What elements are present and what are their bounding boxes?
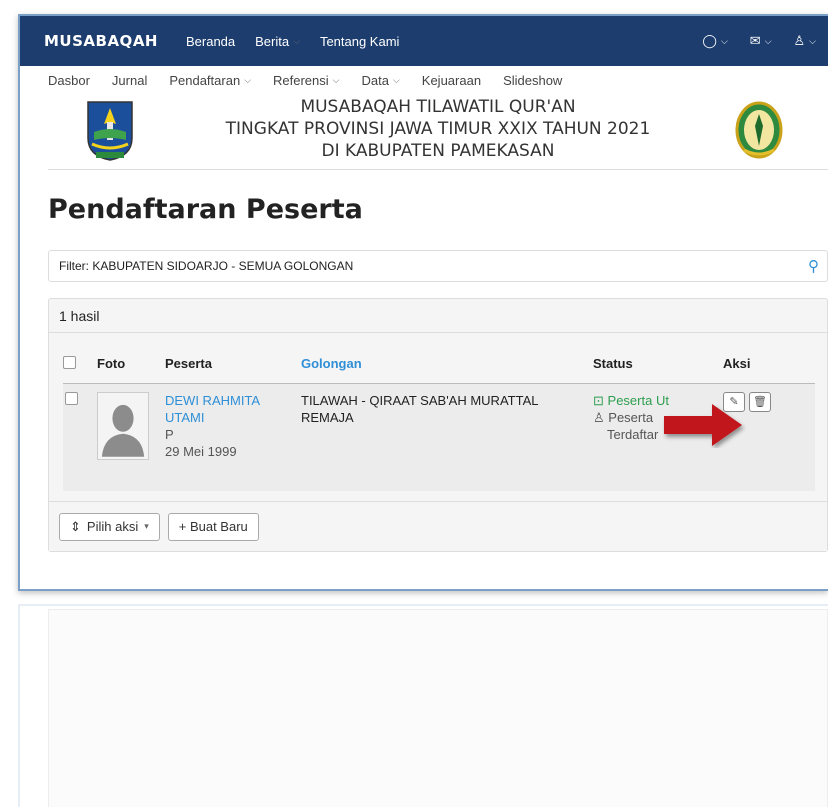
sub-navbar: Dasbor Jurnal Pendaftaran ⌵ Referensi ⌵ Da…	[20, 66, 828, 94]
reflection-panel	[48, 609, 828, 807]
participant-dob: 29 Mei 1999	[165, 443, 237, 459]
subnav-referensi[interactable]: Referensi ⌵	[273, 73, 339, 88]
nav-berita-label: Berita	[255, 33, 290, 49]
subnav-label: Pendaftaran	[169, 72, 241, 88]
chevron-down-icon: ⌵	[809, 35, 816, 46]
search-icon[interactable]: ⚲	[808, 257, 819, 275]
nav-beranda[interactable]: Beranda	[186, 34, 235, 49]
subnav-data[interactable]: Data ⌵	[361, 73, 399, 88]
page-title: Pendaftaran Peserta	[48, 194, 363, 225]
col-aksi: Aksi	[723, 345, 815, 384]
pilih-aksi-label: Pilih aksi	[86, 519, 139, 534]
status-primary-text: Peserta Ut	[607, 392, 669, 408]
table-header-row: Foto Peserta Golongan Status Aksi	[63, 345, 815, 384]
participant-name-line2: UTAMI	[165, 409, 205, 425]
subnav-label: Jurnal	[111, 72, 148, 88]
chevron-down-icon: ⌵	[244, 74, 252, 85]
banner-line-1: MUSABAQAH TILAWATIL QUR'AN	[300, 97, 576, 117]
subnav-slideshow[interactable]: Slideshow	[503, 73, 562, 88]
col-status: Status	[593, 345, 723, 384]
banner-line-2: TINGKAT PROVINSI JAWA TIMUR XXIX TAHUN 2…	[225, 119, 651, 139]
chat-icon: ◯	[702, 33, 717, 48]
chevron-down-icon: ⌵	[392, 74, 400, 85]
nav-beranda-label: Beranda	[185, 33, 236, 49]
subnav-label: Referensi	[273, 72, 329, 88]
trash-icon: 🗑	[753, 396, 767, 408]
mirrored-reflection	[18, 604, 828, 807]
subnav-label: Data	[361, 72, 389, 88]
subnav-dasbor[interactable]: Dasbor	[48, 73, 90, 88]
select-all-checkbox[interactable]	[63, 355, 76, 369]
participant-name-link[interactable]: DEWI RAHMITA UTAMI	[165, 392, 301, 426]
nav-tentang-kami[interactable]: Tentang Kami	[320, 34, 400, 49]
chat-menu[interactable]: ◯ ⌵	[702, 33, 727, 49]
person-icon: ♙	[593, 409, 605, 425]
app-window: MUSABAQAH Beranda Berita ⌵ Tentang Kami ◯…	[18, 14, 828, 591]
participant-gender: P	[165, 426, 174, 442]
golongan-line1: TILAWAH - QIRAAT SAB'AH MURATTAL	[301, 392, 539, 408]
user-icon: ♙	[793, 33, 806, 48]
avatar	[97, 391, 149, 460]
col-golongan-sort[interactable]: Golongan	[301, 345, 593, 384]
pamekasan-emblem-icon	[735, 101, 783, 159]
bookmark-icon: ⊡	[593, 392, 604, 408]
banner-title: MUSABAQAH TILAWATIL QUR'AN TINGKAT PROVI…	[48, 96, 828, 162]
status-secondary-text: Peserta	[608, 409, 654, 425]
pilih-aksi-button[interactable]: ⇕ Pilih aksi ▾	[59, 512, 160, 541]
red-arrow-annotation	[664, 404, 742, 446]
chevron-down-icon: ⌵	[764, 35, 772, 46]
user-menu[interactable]: ♙ ⌵	[794, 33, 816, 49]
results-footer: ⇕ Pilih aksi ▾ + Buat Baru	[49, 501, 827, 551]
brand-logo-text[interactable]: MUSABAQAH	[44, 32, 158, 50]
nav-tentang-kami-label: Tentang Kami	[319, 33, 400, 49]
subnav-jurnal[interactable]: Jurnal	[112, 73, 147, 88]
golongan-line2: REMAJA	[301, 409, 354, 425]
mail-menu[interactable]: ✉ ⌵	[750, 33, 772, 49]
chevron-down-icon: ⌵	[720, 35, 728, 46]
chevron-down-icon: ⌵	[332, 74, 340, 85]
subnav-label: Kejuaraan	[421, 72, 482, 88]
col-peserta: Peserta	[165, 345, 301, 384]
banner-line-3: DI KABUPATEN PAMEKASAN	[321, 141, 555, 161]
filter-text: Filter: KABUPATEN SIDOARJO - SEMUA GOLON…	[59, 259, 354, 273]
row-checkbox[interactable]	[65, 391, 78, 405]
mail-icon: ✉	[749, 33, 761, 48]
buat-baru-button[interactable]: + Buat Baru	[167, 512, 259, 541]
subnav-label: Dasbor	[48, 72, 90, 88]
nav-berita[interactable]: Berita ⌵	[255, 34, 300, 49]
delete-button[interactable]: 🗑	[749, 391, 771, 412]
subnav-pendaftaran[interactable]: Pendaftaran ⌵	[169, 73, 251, 88]
caret-down-icon: ▾	[144, 521, 149, 531]
filter-bar[interactable]: Filter: KABUPATEN SIDOARJO - SEMUA GOLON…	[48, 250, 828, 282]
results-count: 1 hasil	[49, 299, 827, 333]
subnav-kejuaraan[interactable]: Kejuaraan	[422, 73, 481, 88]
event-banner: MUSABAQAH TILAWATIL QUR'AN TINGKAT PROVI…	[48, 94, 828, 170]
top-navbar: MUSABAQAH Beranda Berita ⌵ Tentang Kami ◯…	[20, 16, 828, 66]
participant-name-line1: DEWI RAHMITA	[165, 392, 261, 408]
top-right-icons: ◯ ⌵ ✉ ⌵ ♙ ⌵	[702, 16, 816, 66]
col-foto: Foto	[97, 345, 165, 384]
sort-icon: ⇕	[70, 518, 81, 534]
chevron-down-icon: ⌵	[293, 35, 300, 46]
subnav-label: Slideshow	[503, 72, 563, 88]
